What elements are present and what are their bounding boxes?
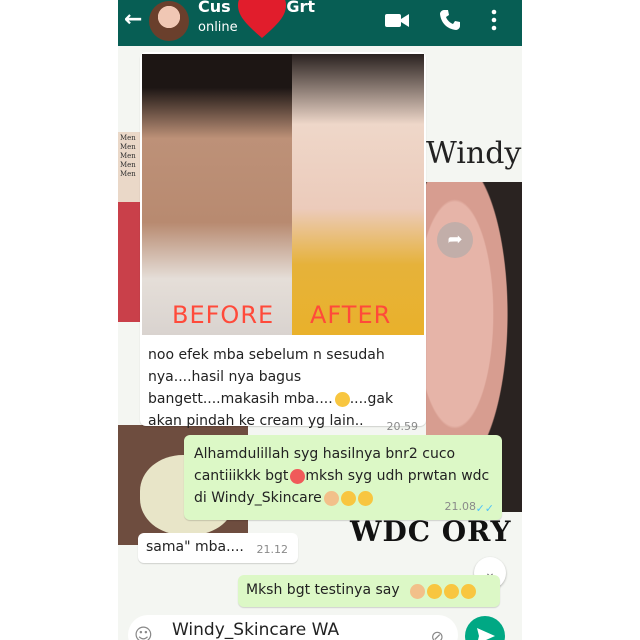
phone-call-icon[interactable] bbox=[438, 8, 462, 32]
message-text-part: mksh syg udh prwtan wdc bbox=[305, 468, 490, 484]
collage-left-strip: Men Men Men Men Men bbox=[118, 132, 140, 322]
kiss-emoji-icon bbox=[357, 490, 373, 506]
send-icon bbox=[477, 628, 495, 640]
after-face-photo bbox=[292, 54, 424, 335]
emoji-group bbox=[408, 583, 476, 599]
pray-emoji-icon bbox=[323, 490, 339, 506]
message-text: sama" mba.... bbox=[146, 539, 244, 555]
photo-caption: noo efek mba sebelum n sesudah nya....ha… bbox=[148, 344, 418, 438]
menu-line: Men bbox=[120, 161, 136, 169]
menu-line: Men bbox=[120, 152, 136, 160]
outgoing-message[interactable]: Alhamdulillah syg hasilnya bnr2 cuco can… bbox=[184, 435, 502, 520]
forward-icon[interactable]: ➦ bbox=[437, 222, 473, 258]
menu-lines: Men Men Men Men Men bbox=[118, 132, 140, 181]
message-time: 21.08 bbox=[444, 500, 477, 513]
kiss-emoji-icon bbox=[334, 391, 350, 407]
wdc-watermark: WDC ORY bbox=[350, 515, 512, 548]
message-text: Mksh bgt testinya say bbox=[246, 582, 400, 598]
before-face-photo bbox=[142, 54, 292, 335]
before-after-photo[interactable]: BEFORE AFTER bbox=[142, 54, 424, 335]
pray-emoji-icon bbox=[410, 583, 425, 599]
menu-line: Men bbox=[120, 134, 136, 142]
outgoing-message[interactable]: Mksh bgt testinya say bbox=[238, 575, 500, 607]
kiss-emoji-icon bbox=[340, 490, 356, 506]
kiss-emoji-icon bbox=[427, 583, 442, 599]
message-input[interactable]: ☺ Windy_Skincare WA ⊘ bbox=[128, 615, 458, 640]
read-check-icon: ✓✓ bbox=[475, 502, 494, 515]
windy-watermark: Windy bbox=[426, 136, 522, 171]
contact-status: online bbox=[198, 20, 238, 35]
message-time: 21.12 bbox=[256, 543, 289, 556]
red-product-strip bbox=[118, 202, 140, 322]
emoji-keyboard-icon[interactable]: ☺ bbox=[134, 625, 153, 640]
kiss-emoji-icon bbox=[461, 583, 476, 599]
heart-eyes-emoji-icon bbox=[290, 468, 306, 484]
phone-screen: Men Men Men Men Men Windy ➦ ← Cus Grt on… bbox=[118, 0, 522, 640]
photo-message[interactable]: BEFORE AFTER noo efek mba sebelum n sesu… bbox=[140, 52, 426, 433]
kiss-emoji-icon bbox=[444, 583, 459, 599]
avatar[interactable] bbox=[149, 1, 189, 41]
message-text-part: cantiiikkk bgt bbox=[194, 468, 289, 484]
contact-name-right: Grt bbox=[286, 0, 316, 16]
before-label: BEFORE bbox=[172, 301, 275, 329]
contact-name-left: Cus bbox=[198, 0, 231, 16]
more-options-icon[interactable] bbox=[490, 8, 498, 32]
back-arrow-icon[interactable]: ← bbox=[124, 7, 142, 32]
incoming-message[interactable]: sama" mba.... 21.12 bbox=[138, 533, 298, 563]
menu-line: Men bbox=[120, 170, 136, 178]
message-input-text: Windy_Skincare WA bbox=[172, 620, 340, 640]
chat-header: ← Cus Grt online bbox=[118, 0, 522, 46]
message-line: cantiiikkk bgt mksh syg udh prwtan wdc bbox=[194, 465, 494, 487]
menu-line: Men bbox=[120, 143, 136, 151]
attach-icon[interactable]: ⊘ bbox=[431, 627, 444, 640]
message-line: Alhamdulillah syg hasilnya bnr2 cuco bbox=[194, 446, 456, 462]
after-label: AFTER bbox=[310, 301, 392, 329]
heart-icon bbox=[238, 0, 286, 38]
send-button[interactable] bbox=[465, 616, 505, 640]
message-text-part: di Windy_Skincare bbox=[194, 490, 322, 506]
video-call-icon[interactable] bbox=[384, 10, 410, 30]
